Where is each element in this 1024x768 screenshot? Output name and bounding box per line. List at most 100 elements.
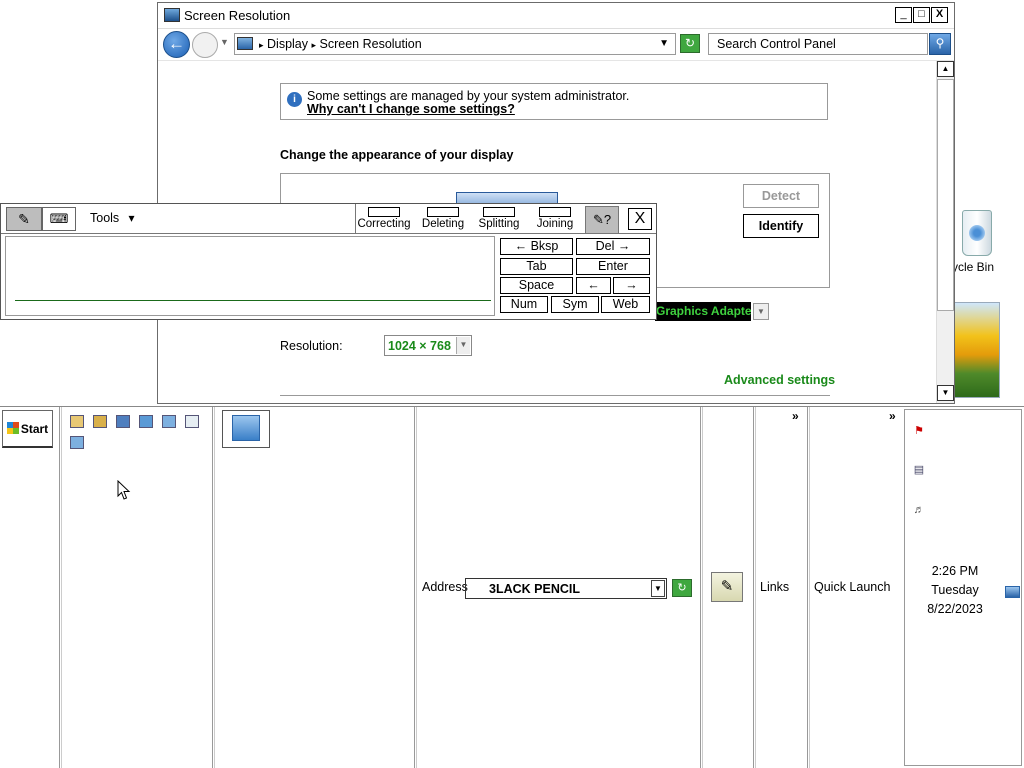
tablet-input-panel: ✎ ⌨ Tools Correcting Deleting Splitting …: [0, 203, 657, 320]
window-title: Screen Resolution: [184, 8, 291, 23]
breadcrumb-display[interactable]: Display: [267, 37, 308, 51]
back-button[interactable]: ←: [163, 31, 190, 58]
refresh-button[interactable]: ↻: [680, 34, 700, 53]
taskbar-separator[interactable]: [807, 407, 810, 768]
chevron-down-icon[interactable]: ▼: [456, 337, 470, 354]
taskbar-separator[interactable]: [700, 407, 703, 768]
folder-icon[interactable]: [70, 415, 84, 428]
computer-icon[interactable]: [116, 415, 130, 428]
show-desktop-icon[interactable]: [1005, 586, 1020, 598]
recent-pages-dropdown[interactable]: ▼: [220, 37, 229, 47]
splitting-icon: [483, 207, 515, 217]
scroll-down-icon[interactable]: ▼: [937, 385, 954, 401]
resolution-label: Resolution:: [280, 339, 343, 353]
admin-info-box: i Some settings are managed by your syst…: [280, 83, 828, 120]
maximize-button[interactable]: □: [913, 7, 930, 23]
search-icon[interactable]: ⚲: [929, 33, 951, 55]
user-files-icon[interactable]: [93, 415, 107, 428]
space-key[interactable]: Space: [500, 277, 573, 294]
gesture-correcting[interactable]: Correcting: [353, 207, 415, 233]
close-button[interactable]: X: [931, 7, 948, 23]
clock-date[interactable]: 8/22/2023: [909, 602, 1001, 616]
taskbar-separator[interactable]: [59, 407, 62, 768]
display-icon: [232, 415, 260, 441]
recycle-bin-label: ycle Bin: [952, 260, 995, 274]
taskbar: Start Address 3LACK PENCIL ▼ ↻ ✎ Links »…: [0, 406, 1024, 768]
screen-resolution-task-button[interactable]: [222, 410, 270, 448]
taskbar-separator[interactable]: [212, 407, 215, 768]
chevron-down-icon[interactable]: ▼: [753, 303, 769, 320]
title-bar[interactable]: Screen Resolution _ □ X: [158, 3, 954, 29]
gesture-joining[interactable]: Joining: [524, 207, 586, 233]
links-toolbar-label[interactable]: Links: [760, 580, 789, 594]
go-button[interactable]: ↻: [672, 579, 692, 597]
quick-launch-label[interactable]: Quick Launch: [814, 580, 890, 594]
mouse-cursor-icon: [117, 480, 131, 500]
detect-button[interactable]: Detect: [743, 184, 819, 208]
tab-key[interactable]: Tab: [500, 258, 573, 275]
writing-area[interactable]: [5, 236, 495, 316]
deleting-icon: [427, 207, 459, 217]
chevron-down-icon[interactable]: ▼: [651, 580, 665, 597]
writing-baseline: [15, 300, 491, 301]
display-select[interactable]: Graphics Adapter ▼: [655, 302, 770, 322]
control-panel-icon: [237, 37, 253, 50]
control-panel-icon[interactable]: [162, 415, 176, 428]
sym-key[interactable]: Sym: [551, 296, 599, 313]
taskbar-separator[interactable]: [753, 407, 756, 768]
writing-pad-icon[interactable]: ✎: [6, 207, 42, 231]
network-icon[interactable]: [139, 415, 153, 428]
advanced-settings-link[interactable]: Advanced settings: [724, 373, 835, 387]
vertical-scrollbar[interactable]: ▲ ▼: [936, 61, 954, 403]
address-value: 3LACK PENCIL: [489, 582, 580, 596]
taskbar-separator[interactable]: [414, 407, 417, 768]
num-key[interactable]: Num: [500, 296, 548, 313]
breadcrumb[interactable]: ▸ Display ▸ Screen Resolution ▼: [234, 33, 676, 55]
network-status-icon[interactable]: ▤: [912, 463, 926, 477]
recycle-bin-icon: [962, 210, 992, 256]
identify-button[interactable]: Identify: [743, 214, 819, 238]
action-center-icon[interactable]: ⚑: [912, 424, 926, 438]
joining-icon: [539, 207, 571, 217]
resolution-value: 1024 × 768: [388, 339, 451, 353]
info-link[interactable]: Why can't I change some settings?: [307, 102, 515, 116]
start-button[interactable]: Start: [2, 410, 53, 448]
keyboard-icon[interactable]: ⌨: [42, 207, 76, 231]
address-dropdown-icon[interactable]: ▼: [659, 38, 669, 49]
info-icon: i: [287, 92, 302, 107]
quick-launch-chevron-icon[interactable]: »: [889, 409, 896, 423]
tulip-image-icon[interactable]: [952, 302, 1000, 398]
minimize-button[interactable]: _: [895, 7, 912, 23]
enter-key[interactable]: Enter: [576, 258, 650, 275]
input-panel-close-button[interactable]: X: [628, 208, 652, 230]
info-text: Some settings are managed by your system…: [307, 89, 630, 103]
recycle-bin-icon[interactable]: [185, 415, 199, 428]
right-arrow-key[interactable]: →: [613, 277, 650, 294]
breadcrumb-screen-resolution[interactable]: Screen Resolution: [320, 37, 422, 51]
gesture-deleting[interactable]: Deleting: [412, 207, 474, 233]
notification-area: ⚑ ▤ ♬ 2:26 PM Tuesday 8/22/2023: [904, 409, 1022, 766]
address-input[interactable]: 3LACK PENCIL ▼: [465, 578, 667, 599]
links-chevron-icon[interactable]: »: [792, 409, 799, 423]
web-key[interactable]: Web: [601, 296, 650, 313]
tablet-input-panel-icon[interactable]: ✎: [711, 572, 743, 602]
resolution-select[interactable]: 1024 × 768 ▼: [384, 335, 472, 356]
clock-day[interactable]: Tuesday: [909, 583, 1001, 597]
forward-button[interactable]: [192, 32, 218, 58]
search-input[interactable]: Search Control Panel: [708, 33, 928, 55]
scrollbar-thumb[interactable]: [937, 79, 954, 311]
edit-icon[interactable]: ✎?: [585, 206, 619, 234]
clock-time[interactable]: 2:26 PM: [909, 564, 1001, 578]
backspace-key[interactable]: ← Bksp: [500, 238, 573, 255]
tools-menu[interactable]: Tools: [90, 211, 135, 225]
left-arrow-key[interactable]: ←: [576, 277, 611, 294]
input-panel-toolbar: ✎ ⌨ Tools Correcting Deleting Splitting …: [1, 204, 656, 234]
delete-key[interactable]: Del →: [576, 238, 650, 255]
volume-muted-icon[interactable]: ♬: [912, 503, 926, 517]
divider: [280, 395, 830, 396]
gesture-splitting[interactable]: Splitting: [468, 207, 530, 233]
display-settings-icon[interactable]: [70, 436, 84, 449]
display-select-value: Graphics Adapter: [655, 302, 751, 321]
scroll-up-icon[interactable]: ▲: [937, 61, 954, 77]
correcting-icon: [368, 207, 400, 217]
